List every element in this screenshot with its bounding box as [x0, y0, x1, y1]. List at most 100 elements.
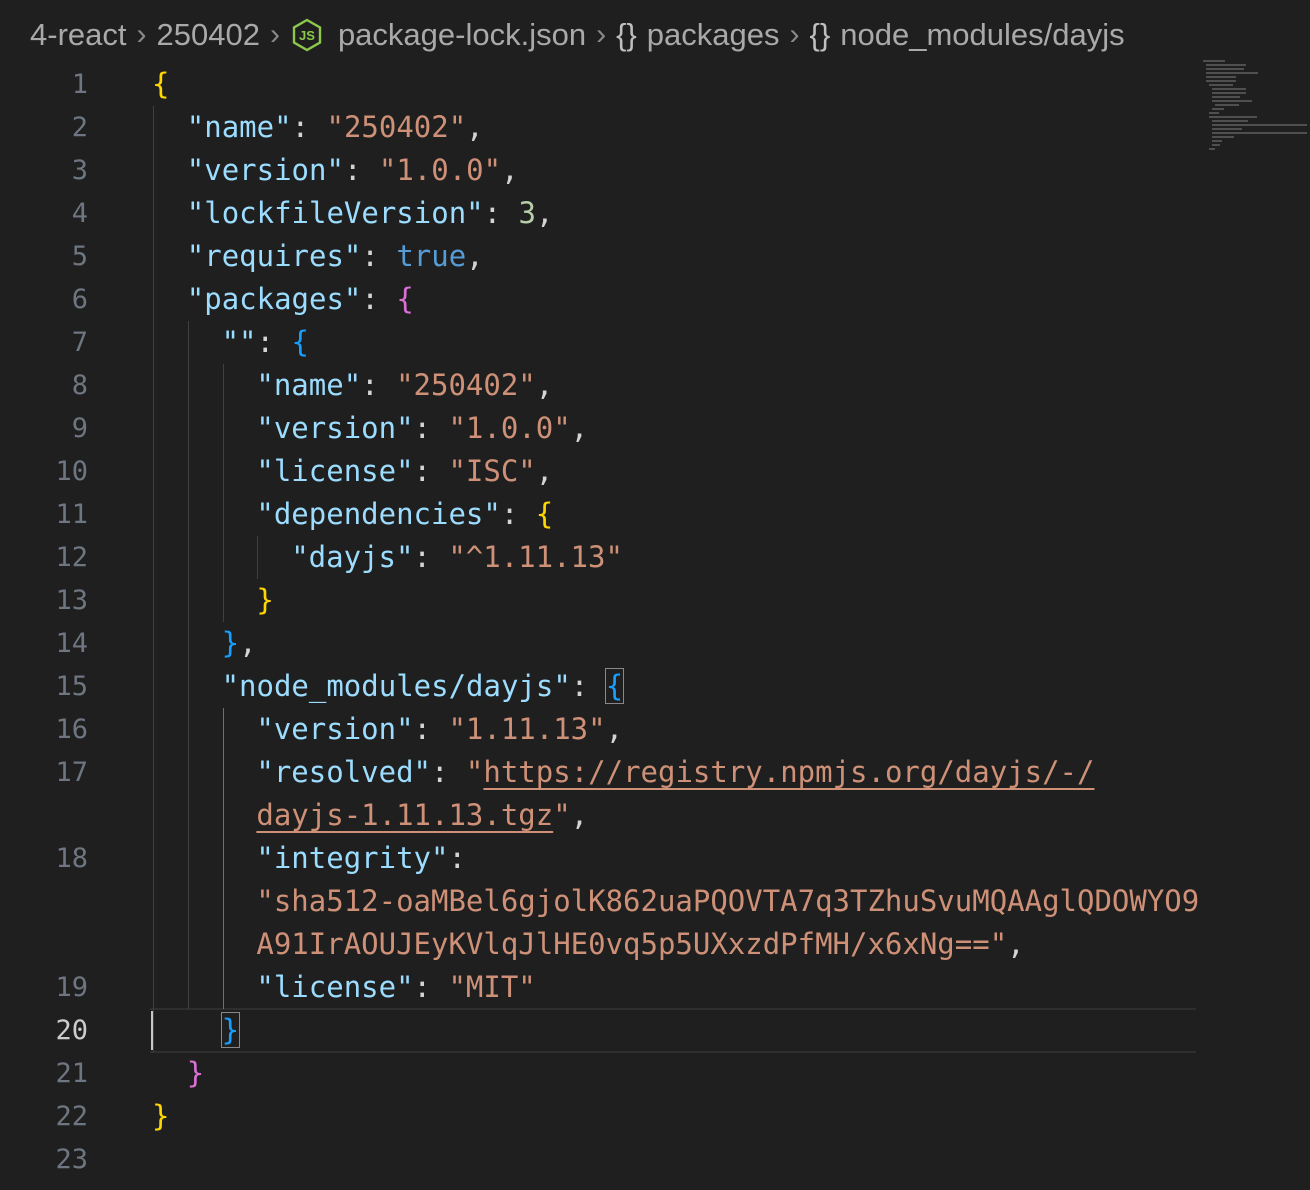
json-string: "^1.11.13" — [448, 540, 623, 574]
line-number: 17 — [55, 757, 88, 788]
bracket: } — [256, 583, 274, 617]
line-number: 8 — [71, 370, 88, 401]
json-punctuation: : — [413, 712, 449, 746]
json-string: "1.0.0" — [378, 153, 502, 187]
json-key: "version" — [186, 153, 344, 187]
line-number: 16 — [55, 714, 88, 745]
code-line[interactable]: 12 "dayjs": "^1.11.13" — [0, 536, 1200, 579]
minimap-line — [1215, 104, 1239, 106]
json-punctuation: : — [256, 325, 292, 359]
line-number: 19 — [55, 972, 88, 1003]
chevron-right-icon: › — [596, 18, 607, 51]
breadcrumb-item-node-modules-dayjs[interactable]: node_modules/dayjs — [840, 17, 1124, 53]
code-line[interactable]: 3 "version": "1.0.0", — [0, 149, 1200, 192]
code-text: "sha512-oaMBel6gjolK862uaPQOVTA7q3TZhuSv… — [256, 880, 1199, 923]
code-line[interactable]: 15 "node_modules/dayjs": { — [0, 665, 1200, 708]
minimap-line — [1212, 88, 1246, 90]
code-line[interactable]: 23 — [0, 1138, 1200, 1181]
code-line[interactable]: 20} — [0, 1009, 1200, 1052]
code-text: "version": "1.0.0", — [256, 407, 588, 450]
code-line[interactable]: 16 "version": "1.11.13", — [0, 708, 1200, 751]
minimap-line — [1212, 144, 1220, 146]
line-number: 2 — [71, 112, 88, 143]
breadcrumb-item-packages[interactable]: packages — [647, 17, 780, 53]
minimap-line — [1212, 120, 1248, 122]
code-text: "": { — [222, 321, 309, 364]
line-number: 15 — [55, 671, 88, 702]
json-string: "1.0.0" — [448, 411, 571, 445]
minimap-line — [1209, 84, 1233, 86]
breadcrumb-item-file[interactable]: package-lock.json — [338, 17, 586, 53]
code-line[interactable]: 7 "": { — [0, 321, 1200, 364]
json-string: "MIT" — [448, 970, 536, 1004]
url-link[interactable]: https://registry.npmjs.org/dayjs/-/ — [483, 755, 1094, 789]
bracket-matched: } — [220, 1012, 241, 1048]
code-line[interactable]: 5 "requires": true, — [0, 235, 1200, 278]
indent-guide — [187, 321, 189, 1009]
code-line[interactable]: A91IrAOUJEyKVlqJlHE0vq5p5UXxzdPfMH/x6xNg… — [0, 923, 1200, 966]
code-text: } — [152, 1095, 169, 1138]
code-line[interactable]: "sha512-oaMBel6gjolK862uaPQOVTA7q3TZhuSv… — [0, 880, 1200, 923]
json-punctuation: : — [483, 196, 519, 230]
code-text: "dependencies": { — [256, 493, 553, 536]
code-line[interactable]: 22} — [0, 1095, 1200, 1138]
breadcrumb-item-folder-4-react[interactable]: 4-react — [30, 17, 126, 53]
minimap-line — [1212, 124, 1307, 126]
chevron-right-icon: › — [269, 18, 280, 51]
code-line[interactable]: 2 "name": "250402", — [0, 106, 1200, 149]
bracket: } — [186, 1056, 205, 1090]
json-punctuation: : — [431, 755, 466, 789]
code-line[interactable]: 14}, — [0, 622, 1200, 665]
line-number: 23 — [55, 1144, 88, 1175]
line-number: 14 — [55, 628, 88, 659]
line-number: 3 — [71, 155, 88, 186]
code-line[interactable]: 6 "packages": { — [0, 278, 1200, 321]
code-line[interactable]: 18 "integrity": — [0, 837, 1200, 880]
code-text: { — [152, 63, 169, 106]
minimap-line — [1206, 64, 1246, 66]
json-punctuation: , — [1007, 927, 1025, 961]
line-number: 12 — [55, 542, 88, 573]
chevron-right-icon: › — [789, 18, 800, 51]
json-number: 3 — [518, 196, 536, 230]
code-text: }, — [222, 622, 257, 665]
minimap-line — [1209, 112, 1219, 114]
code-line[interactable]: 4 "lockfileVersion": 3, — [0, 192, 1200, 235]
code-text: "license": "MIT" — [256, 966, 535, 1009]
url-link[interactable]: dayjs-1.11.13.tgz — [256, 798, 553, 832]
code-line[interactable]: 10 "license": "ISC", — [0, 450, 1200, 493]
json-punctuation: , — [466, 110, 484, 144]
code-line[interactable]: 19 "license": "MIT" — [0, 966, 1200, 1009]
line-number: 11 — [55, 499, 88, 530]
json-string: " — [553, 798, 571, 832]
json-string: " — [465, 755, 484, 789]
code-line[interactable]: 11 "dependencies": { — [0, 493, 1200, 536]
json-key: "requires" — [186, 239, 362, 273]
json-key: "" — [221, 325, 257, 359]
json-key: "node_modules/dayjs" — [221, 669, 571, 703]
json-punctuation: : — [291, 110, 327, 144]
code-editor[interactable]: 1{ 2 "name": "250402", 3 "version": "1.0.0",… — [0, 60, 1200, 1190]
json-punctuation: : — [570, 669, 606, 703]
minimap[interactable] — [1203, 60, 1310, 170]
minimap-line — [1212, 92, 1246, 94]
code-text: "name": "250402", — [187, 106, 484, 149]
code-text: "lockfileVersion": 3, — [187, 192, 554, 235]
code-line[interactable]: 8 "name": "250402", — [0, 364, 1200, 407]
json-key: "name" — [186, 110, 292, 144]
code-line[interactable]: 21} — [0, 1052, 1200, 1095]
json-string: "sha512-oaMBel6gjolK862uaPQOVTA7q3TZhuSv… — [256, 884, 1200, 918]
line-number: 20 — [55, 1015, 88, 1046]
json-punctuation: : — [413, 411, 449, 445]
line-number: 10 — [55, 456, 88, 487]
line-number: 22 — [55, 1101, 88, 1132]
code-line[interactable]: 17 "resolved": "https://registry.npmjs.or… — [0, 751, 1200, 794]
line-number: 18 — [55, 843, 88, 874]
code-line[interactable]: 9 "version": "1.0.0", — [0, 407, 1200, 450]
breadcrumb-item-folder-250402[interactable]: 250402 — [156, 17, 259, 53]
json-file-icon: JS — [290, 18, 324, 52]
code-line[interactable]: dayjs-1.11.13.tgz", — [0, 794, 1200, 837]
code-line[interactable]: 1{ — [0, 63, 1200, 106]
json-string: "1.11.13" — [448, 712, 606, 746]
code-line[interactable]: 13} — [0, 579, 1200, 622]
